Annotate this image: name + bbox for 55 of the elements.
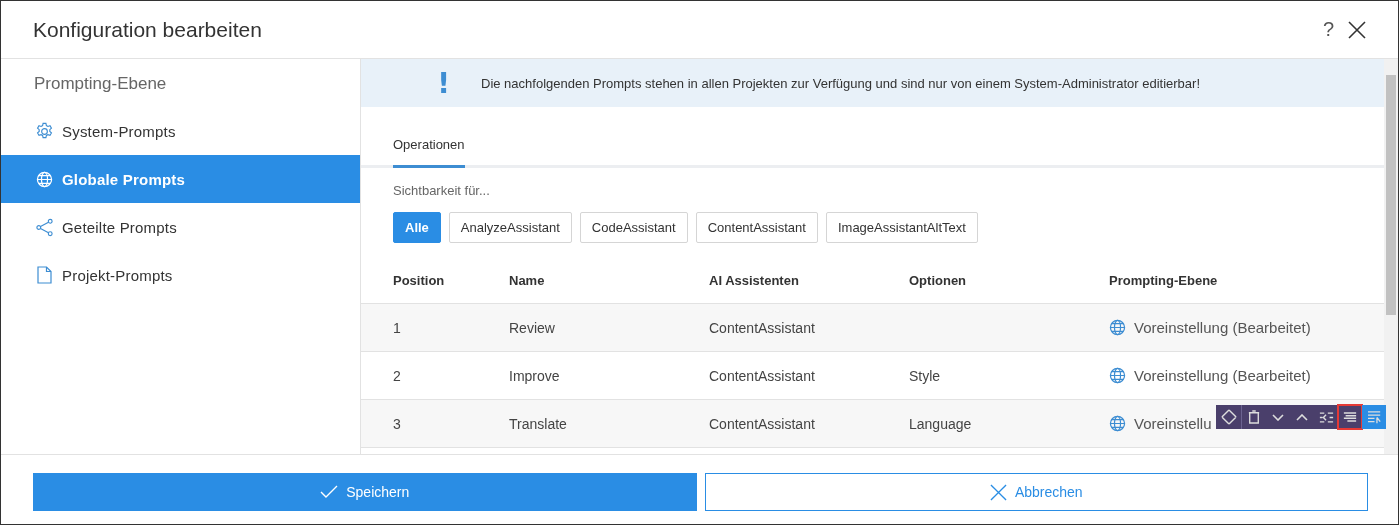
exclamation-icon: ! <box>361 66 450 100</box>
table-cell: Improve <box>509 367 560 384</box>
align-lines-icon <box>1343 412 1357 422</box>
chevron-up-icon <box>1296 413 1308 421</box>
filter-chip[interactable]: ContentAssistant <box>695 212 818 243</box>
tab[interactable]: Operationen <box>393 125 465 168</box>
table-cell: ContentAssistant <box>709 367 815 384</box>
filter-chip[interactable]: AnalyzeAssistant <box>448 212 572 243</box>
table-cell: Voreinstellu <box>1134 415 1212 432</box>
table-cell: ContentAssistant <box>709 319 815 336</box>
table-cell: 1 <box>393 319 401 336</box>
table-cell: Translate <box>509 415 567 432</box>
filter-chip[interactable]: CodeAssistant <box>579 212 688 243</box>
checkmark-icon <box>320 485 339 499</box>
list-cursor-icon <box>1366 410 1382 424</box>
table-row[interactable]: 3 Translate ContentAssistant Language Voreinstellu <box>361 400 1384 448</box>
table-row[interactable]: 1 Review ContentAssistant Voreinstellung (Bearbeitet) <box>361 304 1384 352</box>
table-cell: 3 <box>393 415 401 432</box>
toolbar-button[interactable] <box>1338 405 1362 429</box>
share-icon <box>35 217 54 237</box>
move-icon <box>1220 409 1237 425</box>
table-cell: 2 <box>393 367 401 384</box>
globe-icon <box>1109 367 1126 384</box>
table-cell: Voreinstellung (Bearbeitet) <box>1134 319 1311 336</box>
column-header: AI Assistenten <box>709 272 799 288</box>
cancel-button[interactable]: Abbrechen <box>704 473 1368 511</box>
column-header: Name <box>509 272 545 288</box>
globe-icon <box>1109 319 1126 336</box>
info-text: Die nachfolgenden Prompts stehen in allen Projekten zur Verfügung und sind nur von einem System-Administrator editierbar! <box>481 75 1200 91</box>
table-cell: Voreinstellung (Bearbeitet) <box>1134 367 1311 384</box>
close-icon <box>989 483 1007 501</box>
sidebar-item[interactable]: Projekt-Prompts <box>1 251 360 299</box>
table-cell: ContentAssistant <box>709 415 815 432</box>
filter-label: Sichtbarkeit für... <box>393 183 491 198</box>
table-cell: Review <box>509 319 555 336</box>
document-icon <box>37 266 52 284</box>
help-button[interactable]: ? <box>1322 18 1334 41</box>
globe-icon <box>36 170 53 188</box>
globe-icon <box>1109 415 1126 432</box>
table-cell: Style <box>909 367 941 384</box>
column-header: Prompting-Ebene <box>1109 272 1218 288</box>
chevron-down-icon <box>1272 413 1284 421</box>
sidebar-item[interactable]: System-Prompts <box>1 107 360 155</box>
window-title: Konfiguration bearbeiten <box>33 17 263 42</box>
trash-icon <box>1248 410 1260 424</box>
column-header: Optionen <box>909 272 967 288</box>
gear-icon <box>35 121 54 141</box>
table-cell: Language <box>909 415 972 432</box>
sidebar-heading: Prompting-Ebene <box>33 73 168 95</box>
column-header: Position <box>393 272 445 288</box>
sidebar-item[interactable]: Geteilte Prompts <box>1 203 360 251</box>
filter-chip[interactable]: ImageAssistantAltText <box>825 212 978 243</box>
close-icon[interactable] <box>1348 20 1366 39</box>
collapse-icon <box>1318 411 1334 423</box>
scrollbar[interactable] <box>1384 59 1398 454</box>
